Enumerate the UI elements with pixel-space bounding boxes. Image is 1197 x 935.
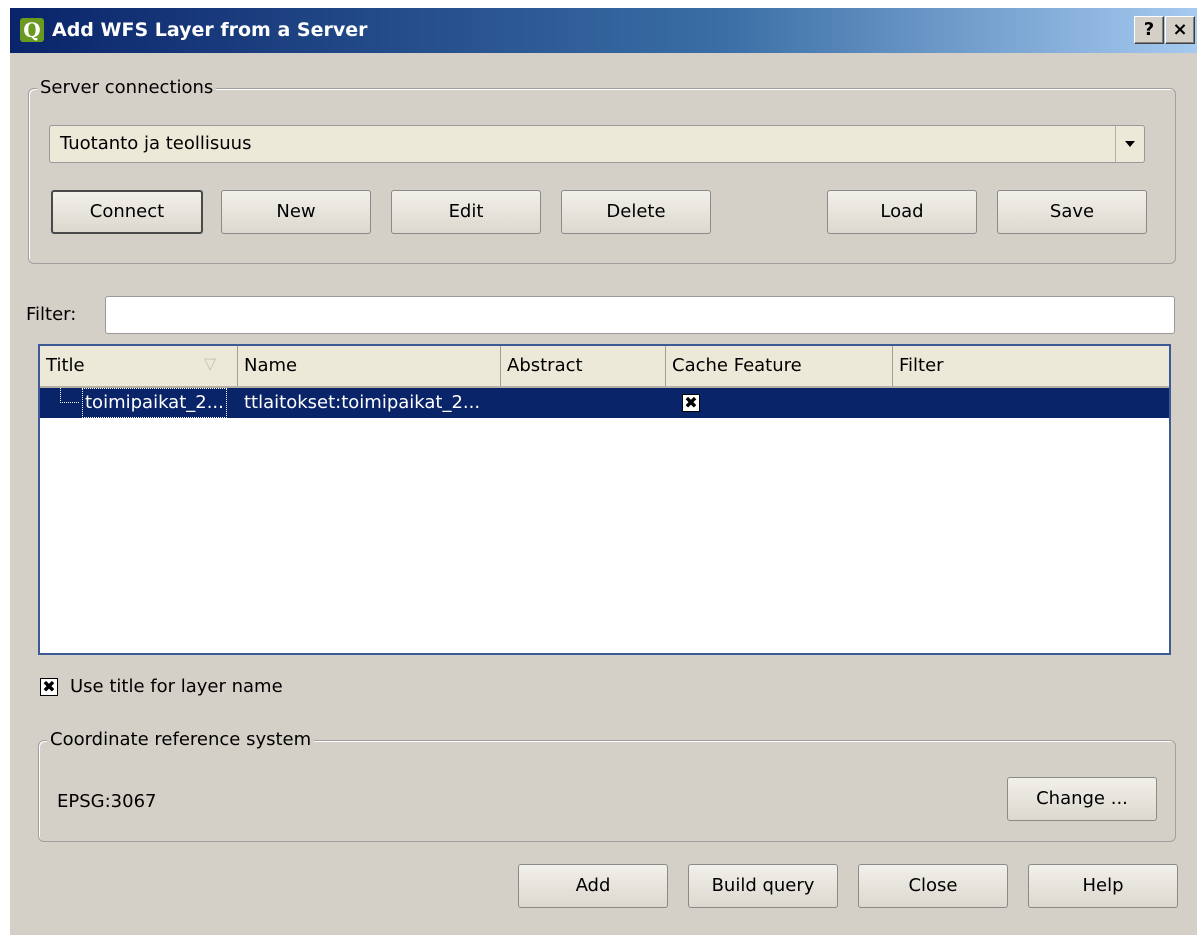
edit-button[interactable]: Edit [391, 190, 541, 234]
close-button[interactable]: Close [858, 864, 1008, 908]
column-header-name[interactable]: Name [238, 346, 501, 386]
table-header: Title ▽ Name Abstract Cache Feature Filt… [40, 346, 1169, 388]
crs-group: Coordinate reference system EPSG:3067 Ch… [38, 729, 1176, 842]
help-title-button[interactable]: ? [1134, 16, 1164, 44]
row-title: toimipaikat_2... [82, 388, 227, 418]
qgis-logo-icon: Q [20, 18, 44, 42]
column-header-filter[interactable]: Filter [893, 346, 1169, 386]
help-button[interactable]: Help [1028, 864, 1178, 908]
use-title-checkbox[interactable]: ✖ [40, 678, 58, 696]
delete-button[interactable]: Delete [561, 190, 711, 234]
column-header-cache-feature[interactable]: Cache Feature [666, 346, 893, 386]
cache-feature-checkbox[interactable]: ✖ [682, 394, 700, 412]
build-query-button[interactable]: Build query [688, 864, 838, 908]
crs-value: EPSG:3067 [57, 791, 157, 812]
crs-label: Coordinate reference system [47, 729, 315, 751]
chevron-down-icon[interactable] [1115, 126, 1144, 162]
connect-button[interactable]: Connect [51, 190, 203, 234]
filter-label: Filter: [26, 304, 77, 325]
close-title-button[interactable]: × [1165, 16, 1195, 44]
new-button[interactable]: New [221, 190, 371, 234]
server-connection-select[interactable]: Tuotanto ja teollisuus [49, 125, 1145, 163]
layers-table[interactable]: Title ▽ Name Abstract Cache Feature Filt… [38, 344, 1171, 655]
change-crs-button[interactable]: Change ... [1007, 777, 1157, 821]
row-name: ttlaitokset:toimipaikat_2... [244, 392, 481, 413]
window-title: Add WFS Layer from a Server [52, 19, 368, 41]
load-button[interactable]: Load [827, 190, 977, 234]
sort-down-icon: ▽ [204, 354, 217, 373]
server-connections-group: Server connections Tuotanto ja teollisuu… [28, 77, 1176, 264]
server-connections-label: Server connections [37, 77, 217, 99]
tree-branch-line [60, 388, 79, 403]
add-wfs-layer-dialog: Q Add WFS Layer from a Server ? × Server… [10, 8, 1197, 935]
filter-input[interactable] [105, 296, 1175, 334]
selected-connection: Tuotanto ja teollisuus [60, 133, 252, 154]
title-bar[interactable]: Q Add WFS Layer from a Server ? × [10, 8, 1197, 53]
add-button[interactable]: Add [518, 864, 668, 908]
column-header-abstract[interactable]: Abstract [501, 346, 666, 386]
use-title-label: Use title for layer name [70, 676, 283, 697]
save-button[interactable]: Save [997, 190, 1147, 234]
table-row[interactable]: toimipaikat_2... ttlaitokset:toimipaikat… [40, 388, 1169, 418]
